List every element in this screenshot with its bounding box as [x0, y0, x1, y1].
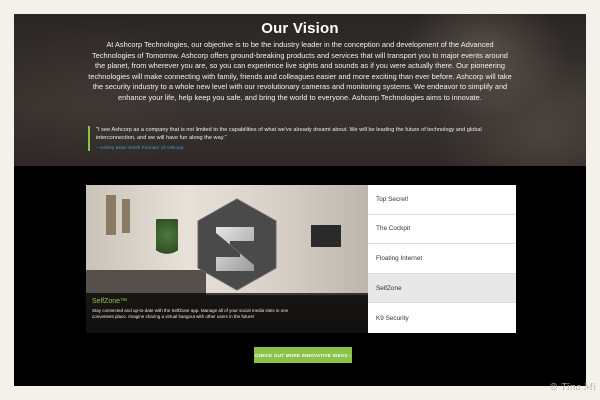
feature-description: Stay connected and up-to-date with the S…	[92, 308, 289, 320]
feature-image: SelfZone™ Stay connected and up-to-date …	[86, 185, 368, 333]
vision-hero: Our Vision At Ashcorp Technologies, our …	[14, 14, 586, 166]
wall-art	[106, 195, 116, 235]
more-ideas-button[interactable]: CHECK OUT MORE INNOVATIVE IDEAS ›	[254, 347, 352, 363]
page-title: Our Vision	[261, 20, 339, 37]
quote-text: "I see Ashcorp as a company that is not …	[96, 127, 482, 141]
tab-k9-security[interactable]: K9 Security	[368, 303, 516, 333]
wall-art	[122, 199, 130, 233]
page-frame: Our Vision At Ashcorp Technologies, our …	[14, 14, 586, 386]
feature-title: SelfZone™	[92, 298, 128, 305]
tab-the-cockpit[interactable]: The Cockpit	[368, 215, 516, 245]
founder-quote: "I see Ashcorp as a company that is not …	[88, 126, 508, 151]
selfzone-logo-icon	[197, 198, 277, 291]
vision-paragraph: At Ashcorp Technologies, our objective i…	[88, 40, 512, 102]
feature-showcase: SelfZone™ Stay connected and up-to-date …	[86, 185, 516, 333]
tv-image	[311, 225, 341, 247]
quote-author: ~ Ashley Brian Smith Founder of Ashcorp	[96, 146, 184, 151]
feature-tab-list: Top Secret! The Cockpit Floating Interne…	[368, 185, 516, 333]
tab-selfzone[interactable]: SelfZone	[368, 273, 516, 304]
tab-floating-internet[interactable]: Floating Internet	[368, 244, 516, 274]
feature-caption: SelfZone™ Stay connected and up-to-date …	[86, 293, 368, 333]
watermark: © Tina Mi	[549, 383, 596, 393]
tab-top-secret[interactable]: Top Secret!	[368, 185, 516, 215]
plant-image	[156, 219, 178, 259]
